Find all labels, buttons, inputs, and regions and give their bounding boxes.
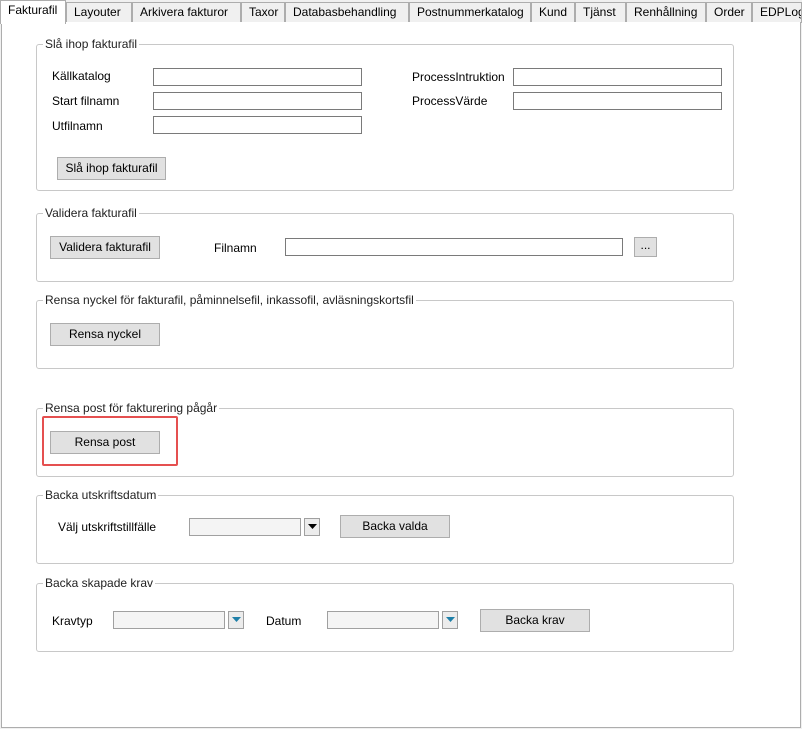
tab-databasbehandling[interactable]: Databasbehandling: [285, 2, 409, 23]
tab-renhallning[interactable]: Renhållning: [626, 2, 706, 23]
process-instruction-label: ProcessIntruktion: [412, 70, 505, 84]
date-dropdown[interactable]: [442, 611, 458, 629]
source-dir-input[interactable]: [153, 68, 362, 86]
process-value-label: ProcessVärde: [412, 94, 488, 108]
claim-type-select[interactable]: [113, 611, 225, 629]
date-select[interactable]: [327, 611, 439, 629]
clear-key-group-title: Rensa nyckel för fakturafil, påminnelsef…: [43, 293, 416, 307]
backup-claims-button[interactable]: Backa krav: [480, 609, 590, 632]
print-occasion-dropdown[interactable]: [304, 518, 320, 536]
tab-taxor[interactable]: Taxor: [241, 2, 285, 23]
backup-print-group-title: Backa utskriftsdatum: [43, 488, 159, 502]
validate-group-title: Validera fakturafil: [43, 206, 139, 220]
tab-edplog[interactable]: EDPLog: [752, 2, 802, 23]
tab-fakturafil[interactable]: Fakturafil: [0, 0, 66, 24]
out-file-input[interactable]: [153, 116, 362, 134]
start-file-label: Start filnamn: [52, 94, 120, 108]
chevron-down-icon: [446, 617, 455, 622]
filename-input[interactable]: [285, 238, 623, 256]
process-value-input[interactable]: [513, 92, 722, 110]
print-occasion-label: Välj utskriftstillfälle: [58, 520, 157, 534]
merge-group-title: Slå ihop fakturafil: [43, 37, 140, 51]
claim-type-dropdown[interactable]: [228, 611, 244, 629]
tab-kund[interactable]: Kund: [531, 2, 575, 23]
chevron-down-icon: [232, 617, 241, 622]
print-occasion-select[interactable]: [189, 518, 301, 536]
browse-button[interactable]: ...: [634, 237, 657, 257]
source-dir-label: Källkatalog: [52, 69, 111, 83]
process-instruction-input[interactable]: [513, 68, 722, 86]
tab-layouter[interactable]: Layouter: [66, 2, 132, 23]
merge-invoice-button[interactable]: Slå ihop fakturafil: [57, 157, 166, 180]
clear-key-button[interactable]: Rensa nyckel: [50, 323, 160, 346]
tab-order[interactable]: Order: [706, 2, 752, 23]
clear-post-group-title: Rensa post för fakturering pågår: [43, 401, 220, 415]
backup-selected-button[interactable]: Backa valda: [340, 515, 450, 538]
clear-post-button[interactable]: Rensa post: [50, 431, 160, 454]
backup-claims-group-title: Backa skapade krav: [43, 576, 156, 590]
chevron-down-icon: [308, 524, 317, 529]
tab-arkivera-fakturor[interactable]: Arkivera fakturor: [132, 2, 241, 23]
tab-postnummerkatalog[interactable]: Postnummerkatalog: [409, 2, 531, 23]
date-label: Datum: [266, 614, 302, 628]
validate-invoice-button[interactable]: Validera fakturafil: [50, 236, 160, 259]
start-file-input[interactable]: [153, 92, 362, 110]
out-file-label: Utfilnamn: [52, 119, 103, 133]
tab-bar: Fakturafil Layouter Arkivera fakturor Ta…: [0, 0, 802, 24]
filename-label: Filnamn: [214, 241, 257, 255]
claim-type-label: Kravtyp: [52, 614, 93, 628]
tab-tjanst[interactable]: Tjänst: [575, 2, 626, 23]
